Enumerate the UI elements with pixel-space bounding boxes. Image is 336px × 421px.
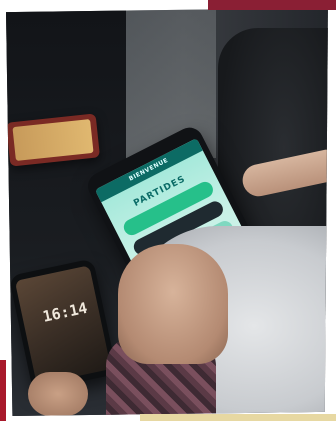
photo: BIENVENUE PARTIDES 16:14: [6, 8, 328, 416]
accent-strip-bottom: [140, 414, 336, 421]
hand-lower: [28, 372, 88, 416]
hand-holding-phone: [118, 244, 228, 364]
lower-phone-screen: 16:14: [14, 265, 112, 385]
lock-screen-clock: 16:14: [41, 298, 89, 326]
accent-strip-left: [0, 360, 6, 421]
accent-strip-top: [208, 0, 336, 10]
top-phone: [6, 113, 101, 167]
top-phone-screen: [12, 119, 94, 161]
